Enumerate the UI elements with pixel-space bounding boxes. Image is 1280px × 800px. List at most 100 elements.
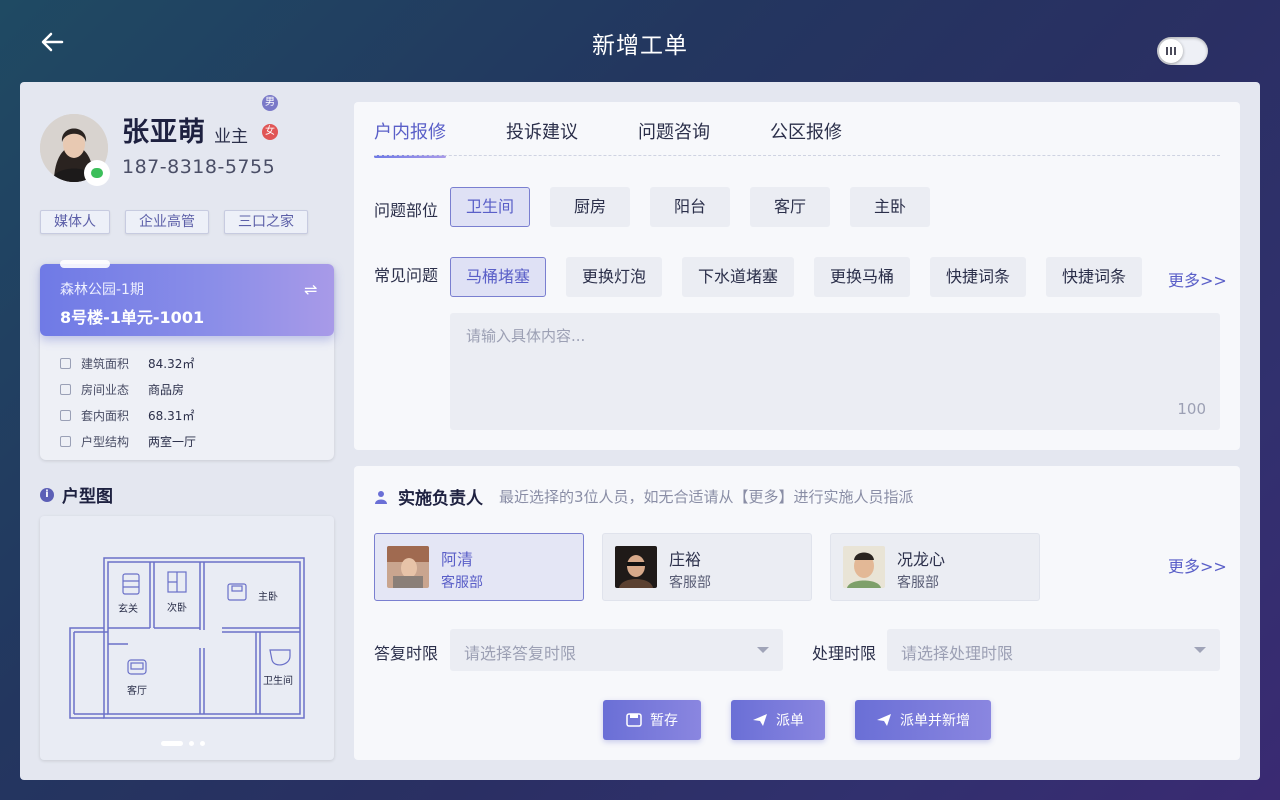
tab-complaint[interactable]: 投诉建议 (506, 118, 578, 158)
process-limit-placeholder: 请选择处理时限 (901, 644, 1014, 663)
issue-option[interactable]: 更换灯泡 (566, 257, 662, 297)
toggle-knob[interactable] (1159, 39, 1183, 63)
area-option[interactable]: 厨房 (550, 187, 630, 227)
floorplan-image[interactable]: 玄关 次卧 主卧 客厅 卫生间 (68, 556, 306, 720)
assignee-more-link[interactable]: 更多>> (1168, 553, 1227, 577)
floorplan-card: 玄关 次卧 主卧 客厅 卫生间 (40, 516, 334, 760)
inner-area-icon (60, 409, 71, 421)
detail-label: 房间业态 (81, 382, 130, 397)
customer-tags: 媒体人 企业高管 三口之家 (40, 210, 308, 234)
assignee-section: 实施负责人 最近选择的3位人员，如无合适请从【更多】进行实施人员指派 阿清 客服… (354, 466, 1240, 760)
issue-option[interactable]: 快捷词条 (930, 257, 1026, 297)
person-icon (375, 490, 387, 504)
tab-divider (374, 155, 1220, 156)
issue-option[interactable]: 快捷词条 (1046, 257, 1142, 297)
carousel-dots[interactable] (161, 741, 205, 746)
send-icon (753, 714, 767, 726)
wechat-icon (84, 160, 110, 186)
process-limit-label: 处理时限 (812, 644, 877, 663)
char-counter: 100 (1177, 400, 1206, 418)
save-draft-button[interactable]: 暂存 (603, 700, 701, 740)
room-label: 玄关 (118, 602, 138, 615)
reply-limit-placeholder: 请选择答复时限 (464, 644, 577, 663)
carousel-dot[interactable] (161, 741, 183, 746)
detail-label: 户型结构 (81, 434, 130, 449)
house-header[interactable]: 森林公园-1期 8号楼-1单元-1001 ⇌ (40, 260, 334, 336)
detail-value: 84.32㎡ (148, 356, 195, 371)
room-label: 主卧 (258, 590, 278, 603)
dispatch-button[interactable]: 派单 (731, 700, 825, 740)
gender-male-badge: 男 (262, 95, 278, 111)
dispatch-and-new-button[interactable]: 派单并新增 (855, 700, 991, 740)
assignee-avatar (615, 546, 657, 588)
issue-option[interactable]: 下水道堵塞 (682, 257, 794, 297)
mode-toggle[interactable] (1157, 37, 1208, 65)
room-type-icon (60, 383, 71, 395)
assignee-name: 阿清 (441, 550, 474, 569)
assignee-avatar (387, 546, 429, 588)
detail-label: 套内面积 (81, 408, 130, 423)
house-detail-row: 套内面积 68.31㎡ (60, 402, 196, 428)
switch-house-icon[interactable]: ⇌ (304, 280, 322, 299)
gender-female-badge: 女 (262, 124, 278, 140)
dispatch-label: 派单 (776, 713, 804, 729)
assignee-dept: 客服部 (897, 575, 939, 591)
assignee-name: 庄裕 (669, 550, 702, 569)
save-icon (626, 713, 642, 727)
assignee-card[interactable]: 况龙心 客服部 (830, 533, 1040, 601)
area-icon (60, 357, 71, 369)
issues-more-link[interactable]: 更多>> (1168, 267, 1227, 291)
process-limit-select[interactable]: 请选择处理时限 (887, 629, 1220, 671)
assignee-dept: 客服部 (669, 575, 711, 591)
carousel-dot[interactable] (189, 741, 194, 746)
customer-phone: 187-8318-5755 (122, 156, 276, 178)
save-draft-label: 暂存 (650, 713, 678, 729)
tab-public-repair[interactable]: 公区报修 (770, 118, 842, 158)
area-option[interactable]: 卫生间 (450, 187, 530, 227)
send-icon (877, 714, 891, 726)
assignee-title: 实施负责人 (398, 489, 483, 509)
info-icon: i (40, 487, 54, 502)
detail-label: 建筑面积 (81, 356, 130, 371)
tab-indoor-repair[interactable]: 户内报修 (374, 118, 446, 158)
customer-tag: 三口之家 (224, 210, 308, 234)
floorplan-title-text: 户型图 (62, 487, 113, 507)
area-option[interactable]: 主卧 (850, 187, 930, 227)
customer-profile: 张亚萌 业主 男 女 187-8318-5755 媒体人 企业高管 三口之家 (40, 95, 340, 272)
house-unit: 8号楼-1单元-1001 (60, 308, 205, 327)
top-bar: 新增工单 (0, 0, 1280, 82)
customer-tag: 媒体人 (40, 210, 110, 234)
common-issues-label: 常见问题 (374, 266, 439, 285)
reply-limit-select[interactable]: 请选择答复时限 (450, 629, 783, 671)
assignee-avatar (843, 546, 885, 588)
detail-value: 商品房 (148, 382, 185, 397)
assignee-dept: 客服部 (441, 575, 483, 591)
house-community: 森林公园-1期 (60, 282, 144, 298)
assignee-card[interactable]: 阿清 客服部 (374, 533, 584, 601)
layout-icon (60, 435, 71, 447)
issue-option[interactable]: 更换马桶 (814, 257, 910, 297)
house-details: 建筑面积 84.32㎡ 房间业态 商品房 套内面积 68.31㎡ 户型结构 两室… (60, 350, 196, 454)
detail-value: 68.31㎡ (148, 408, 195, 423)
assignee-header: 实施负责人 最近选择的3位人员，如无合适请从【更多】进行实施人员指派 (374, 484, 914, 509)
description-textarea[interactable]: 请输入具体内容... 100 (450, 313, 1220, 430)
page-title: 新增工单 (592, 33, 688, 59)
chevron-down-icon (1194, 647, 1206, 653)
area-option[interactable]: 客厅 (750, 187, 830, 227)
assignee-card[interactable]: 庄裕 客服部 (602, 533, 812, 601)
main-panel: 张亚萌 业主 男 女 187-8318-5755 媒体人 企业高管 三口之家 森… (20, 82, 1260, 780)
problem-area-label: 问题部位 (374, 201, 439, 220)
room-label: 客厅 (127, 684, 147, 697)
category-tabs: 户内报修 投诉建议 问题咨询 公区报修 (374, 118, 842, 158)
issue-option[interactable]: 马桶堵塞 (450, 257, 546, 297)
house-card: 森林公园-1期 8号楼-1单元-1001 ⇌ 建筑面积 84.32㎡ 房间业态 … (40, 260, 334, 460)
work-order-form: 户内报修 投诉建议 问题咨询 公区报修 问题部位 卫生间 厨房 阳台 客厅 主卧… (354, 102, 1240, 450)
area-option[interactable]: 阳台 (650, 187, 730, 227)
tab-inquiry[interactable]: 问题咨询 (638, 118, 710, 158)
customer-tag: 企业高管 (125, 210, 209, 234)
assignee-hint: 最近选择的3位人员，如无合适请从【更多】进行实施人员指派 (499, 488, 914, 506)
dispatch-and-new-label: 派单并新增 (900, 713, 970, 729)
description-placeholder: 请输入具体内容... (466, 327, 586, 345)
house-detail-row: 房间业态 商品房 (60, 376, 196, 402)
carousel-dot[interactable] (200, 741, 205, 746)
